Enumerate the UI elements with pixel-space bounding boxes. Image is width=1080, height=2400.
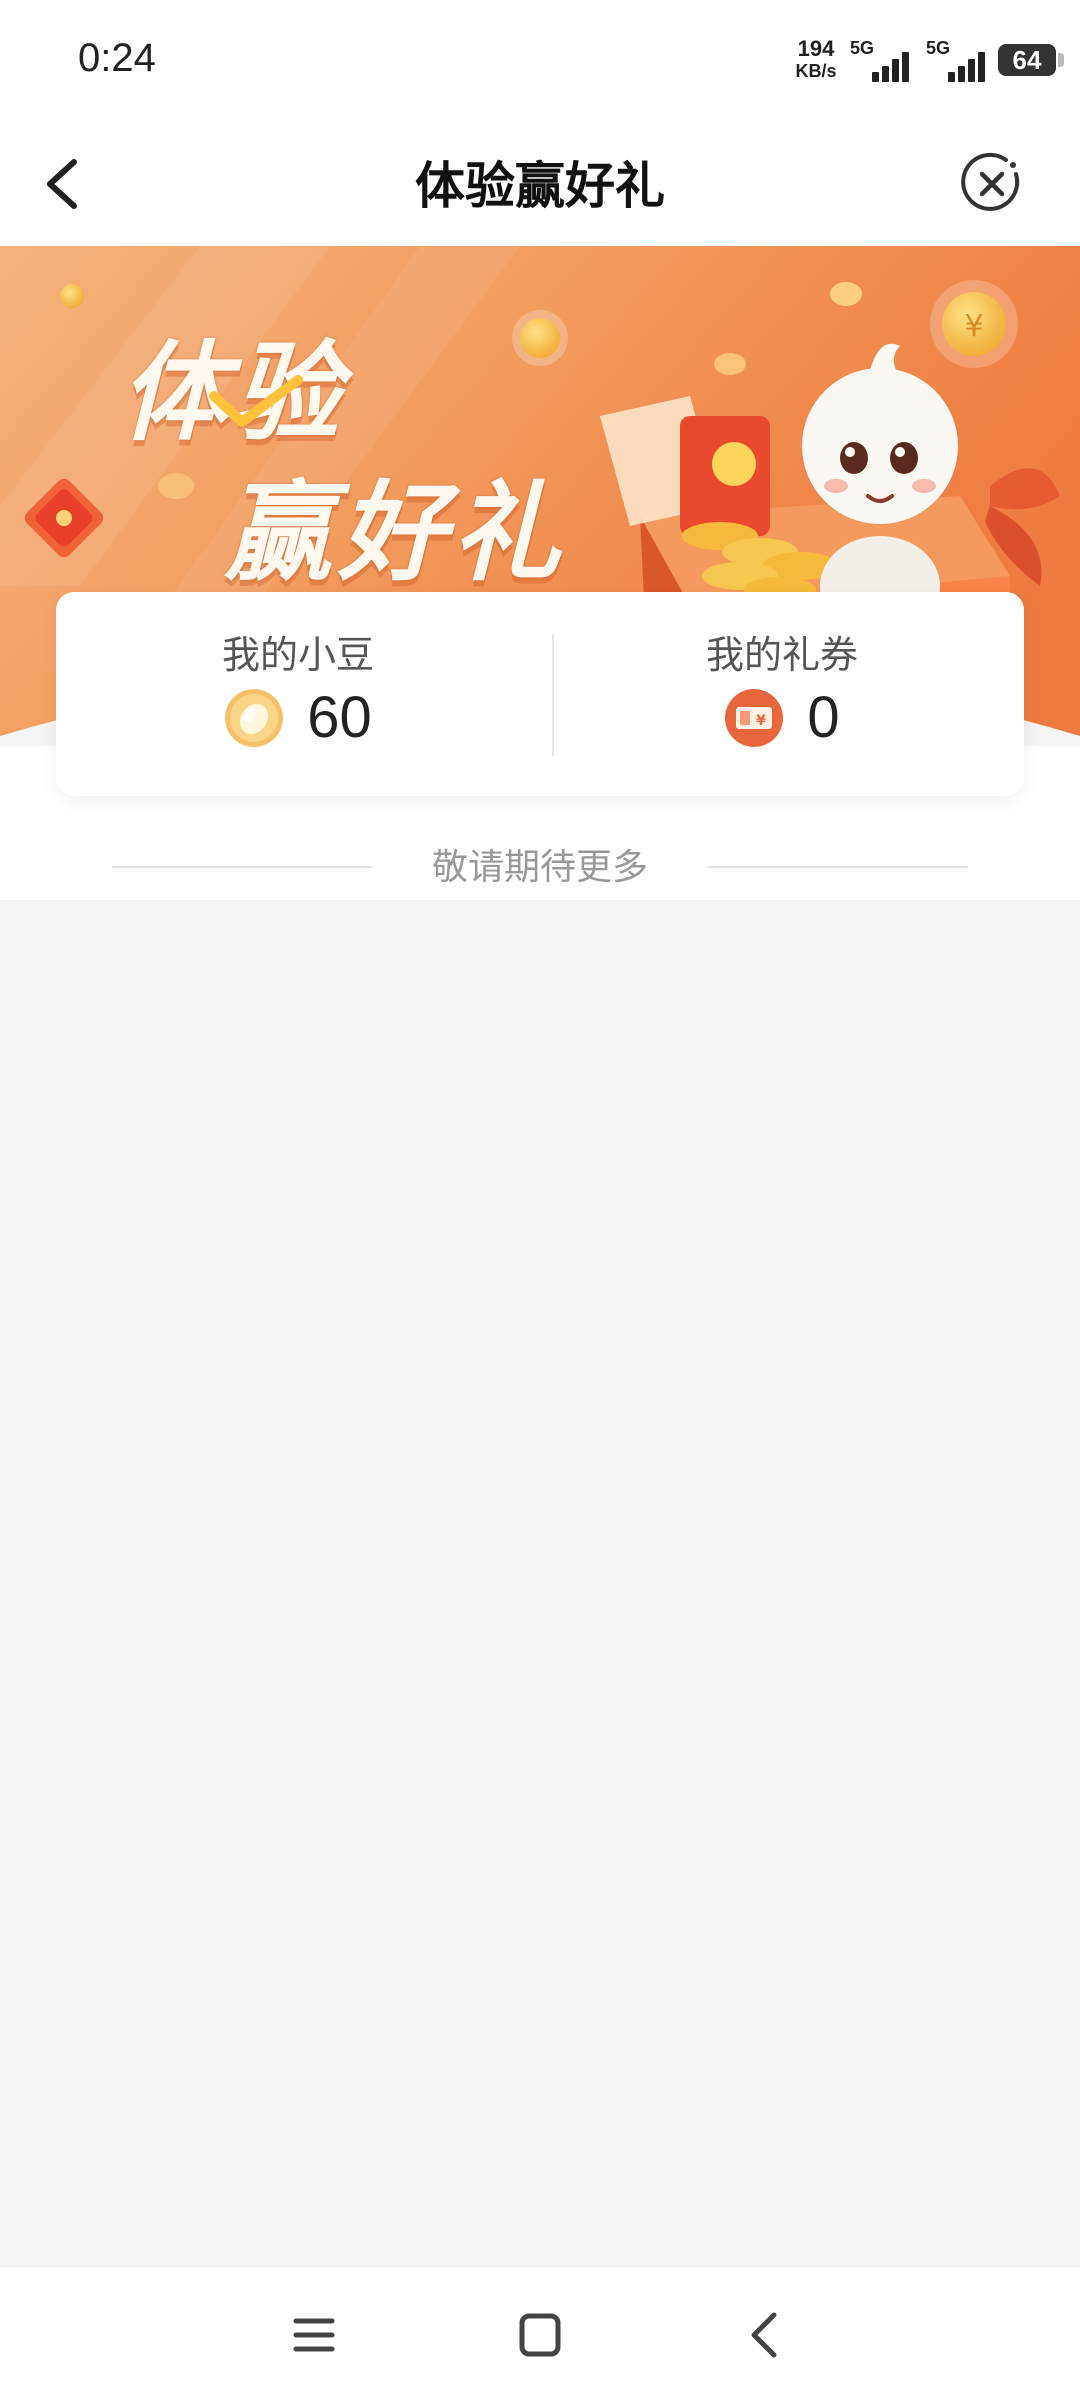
signal-icon: 5G: [926, 38, 988, 82]
signal-icon: 5G: [850, 38, 912, 82]
system-back-button[interactable]: [736, 2307, 796, 2363]
hint-text: 敬请期待更多: [431, 847, 648, 888]
status-time: 0:24: [78, 36, 156, 80]
page: 0:24 194 KB/s 5G 5G 64 体验赢好礼 ¥ 体验 赢好礼 我的…: [0, 0, 1080, 2400]
back-chevron-icon: [751, 2312, 777, 2358]
network-speed-value: 194: [797, 36, 835, 61]
network-speed-unit: KB/s: [795, 61, 837, 81]
beans-value: 60: [307, 685, 372, 750]
coupons-value: 0: [807, 685, 840, 750]
hint-divider-right: [708, 866, 968, 868]
status-bar: 0:24 194 KB/s 5G 5G 64: [0, 0, 1080, 122]
my-coupons-section[interactable]: 我的礼券 ¥ 0: [540, 592, 1024, 796]
more-coming-hint: 敬请期待更多: [0, 830, 1080, 890]
status-indicators: 194 KB/s 5G 5G 64: [720, 0, 1080, 122]
my-beans-section[interactable]: 我的小豆 60: [56, 592, 540, 796]
battery-icon: 64: [998, 44, 1064, 76]
banner-headline-line2: 赢好礼: [224, 471, 567, 596]
svg-text:¥: ¥: [756, 713, 766, 729]
home-square-icon: [519, 2313, 561, 2357]
beans-label: 我的小豆: [221, 633, 374, 677]
assets-card: 我的小豆 60 我的礼券 ¥ 0: [56, 592, 1024, 796]
close-button[interactable]: [960, 152, 1024, 216]
coupons-label: 我的礼券: [705, 633, 858, 677]
bean-coin-icon: [225, 688, 284, 747]
recent-apps-button[interactable]: [284, 2307, 344, 2363]
system-nav-bar: [0, 2266, 1080, 2400]
checkmark-icon: [209, 375, 303, 427]
close-circle-icon: [961, 152, 1020, 211]
coupon-icon: ¥: [725, 688, 784, 747]
menu-icon: [293, 2318, 335, 2352]
home-button[interactable]: [510, 2307, 570, 2363]
battery-level: 64: [1012, 45, 1042, 75]
svg-text:¥: ¥: [964, 309, 983, 344]
network-speed: 194 KB/s: [788, 38, 844, 82]
top-nav-bar: 体验赢好礼: [0, 122, 1080, 246]
page-title: 体验赢好礼: [415, 157, 665, 215]
